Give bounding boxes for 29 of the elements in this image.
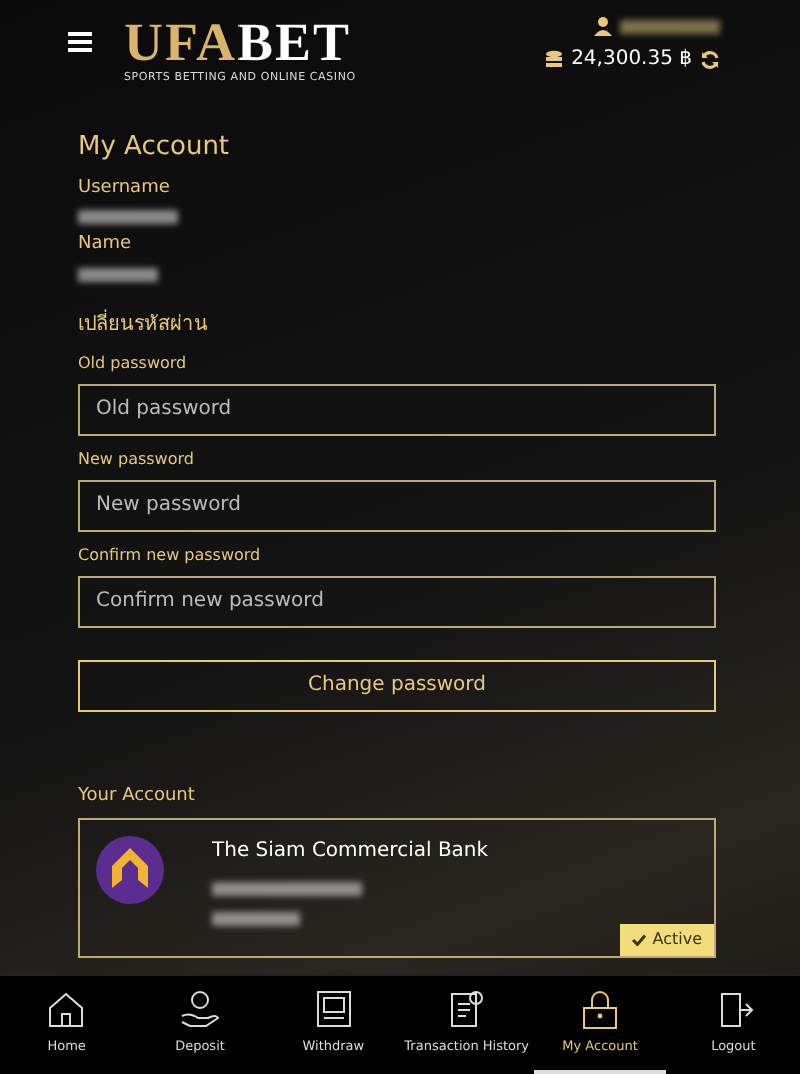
redacted-name xyxy=(78,267,158,281)
coin-hand-icon xyxy=(178,988,222,1033)
refresh-icon[interactable] xyxy=(700,49,720,69)
coins-icon xyxy=(543,49,564,69)
field-label: New password xyxy=(78,447,196,471)
bank-name: The Siam Commercial Bank xyxy=(212,838,489,866)
bank-logo-icon xyxy=(96,836,164,904)
atm-icon xyxy=(311,988,356,1033)
password-field[interactable]: Confirm new password xyxy=(78,575,716,627)
lock-icon xyxy=(578,988,623,1033)
field-label: Username xyxy=(78,175,172,201)
change-password-button[interactable]: Change password xyxy=(78,659,716,711)
password-field[interactable]: New password xyxy=(78,479,716,531)
section-title: เปลี่ยนรหัสผ่าน xyxy=(78,309,210,339)
field-label: Name xyxy=(78,232,134,258)
section-title: Your Account xyxy=(78,783,197,809)
redacted-account-name xyxy=(212,912,300,926)
redacted-username xyxy=(620,19,720,33)
menu-icon[interactable] xyxy=(68,32,92,52)
redacted-username xyxy=(78,210,178,224)
user-icon xyxy=(594,16,612,36)
status-badge: Active xyxy=(620,924,714,956)
page-title: My Account xyxy=(78,130,232,166)
field-label: Old password xyxy=(78,351,189,375)
house-icon xyxy=(44,988,89,1033)
field-label: Confirm new password xyxy=(78,543,263,567)
password-field[interactable]: Old password xyxy=(78,383,716,435)
balance: 24,300.35 ฿ xyxy=(571,46,692,74)
check-icon xyxy=(632,933,647,946)
